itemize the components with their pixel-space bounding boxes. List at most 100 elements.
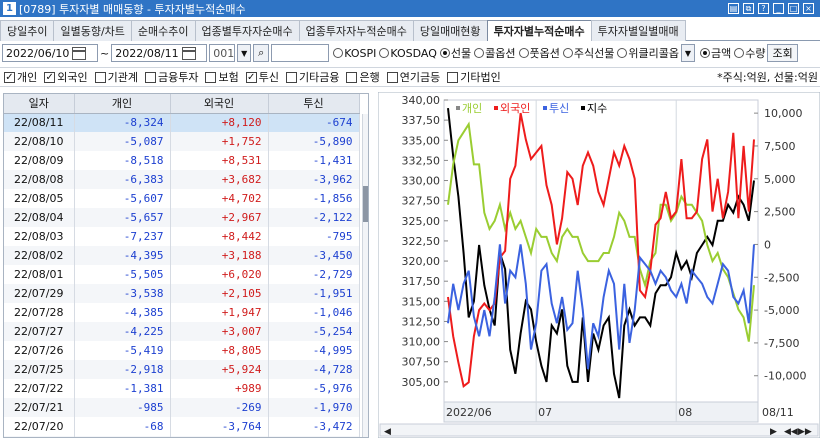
table-row[interactable]: 22/07/25 -2,918 +5,924 -4,728 — [4, 360, 360, 379]
table-row[interactable]: 22/07/21 -985 -269 -1,970 — [4, 398, 360, 417]
tab-3[interactable]: 업종별투자자순매수 — [194, 20, 300, 41]
left-tick-label: 340,00 — [402, 94, 441, 107]
scroll-arrow-icon[interactable]: ◀◀ — [784, 427, 798, 437]
table-cell: -3,538 — [74, 284, 171, 303]
market-radio-3[interactable]: 콜옵션 — [474, 45, 516, 61]
table-row[interactable]: 22/07/22 -1,381 +989 -5,976 — [4, 379, 360, 398]
left-tick-label: 315,00 — [402, 295, 441, 308]
right-tick-label: -7,500 — [764, 337, 799, 350]
grid-scrollbar[interactable] — [362, 114, 368, 437]
table-row[interactable]: 22/07/20 -68 -3,764 -3,472 — [4, 417, 360, 436]
column-header[interactable]: 외국인 — [170, 94, 269, 114]
table-row[interactable]: 22/08/03 -7,237 +8,442 -795 — [4, 227, 360, 246]
table-cell: -3,450 — [268, 246, 360, 265]
table-cell: +8,805 — [170, 341, 269, 360]
chevron-down-icon[interactable]: ▼ — [680, 44, 695, 62]
tab-4[interactable]: 업종투자자누적순매수 — [298, 20, 414, 41]
table-row[interactable]: 22/08/01 -5,505 +6,020 -2,729 — [4, 265, 360, 284]
tab-1[interactable]: 일별동향/차트 — [53, 20, 132, 41]
table-cell: +8,120 — [170, 113, 269, 132]
restore-icon[interactable]: □ — [788, 3, 799, 14]
print-icon[interactable]: ▤ — [728, 3, 739, 14]
chevron-down-icon[interactable]: ▼ — [237, 44, 252, 62]
end-date-input[interactable]: 2022/08/11 — [111, 44, 208, 62]
minimize-icon[interactable]: _ — [773, 3, 784, 14]
line-chart: 340,00 337,50 335,00 332,50 330,00 327,50 325,… — [377, 91, 820, 439]
table-row[interactable]: 22/07/29 -3,538 +2,105 -1,951 — [4, 284, 360, 303]
left-tick-label: 332,50 — [402, 154, 441, 167]
calendar-icon[interactable] — [181, 46, 196, 60]
table-row[interactable]: 22/08/10 -5,087 +1,752 -5,890 — [4, 132, 360, 151]
search-icon[interactable]: ⌕ — [253, 44, 270, 62]
scroll-arrow-icon[interactable]: ◀ — [384, 427, 391, 437]
table-cell: +989 — [170, 379, 269, 398]
market-radio-6[interactable]: 위클리콜옵 — [617, 45, 679, 61]
scroll-arrow-icon[interactable]: ▶▶ — [798, 427, 812, 437]
table-cell: +8,442 — [170, 227, 269, 246]
table-cell: -1,431 — [268, 151, 360, 170]
table-cell: -8,324 — [74, 113, 171, 132]
market-radio-0[interactable]: KOSPI — [333, 45, 376, 61]
table-row[interactable]: 22/08/08 -6,383 +3,682 -3,962 — [4, 170, 360, 189]
checkbox-icon — [145, 71, 156, 83]
start-date-input[interactable]: 2022/06/10 — [2, 44, 98, 62]
investor-checkbox-0[interactable]: ✓ 개인 — [4, 69, 37, 85]
tab-6[interactable]: 투자자별누적순매수 — [486, 20, 592, 41]
name-field[interactable] — [271, 44, 330, 62]
table-row[interactable]: 22/07/28 -4,385 +1,947 -1,046 — [4, 303, 360, 322]
amount-radio-0[interactable]: 금액 — [699, 45, 731, 61]
market-radio-4[interactable]: 풋옵션 — [518, 45, 560, 61]
x-tick-label: 2022/06 — [446, 406, 492, 419]
table-cell: +5,924 — [170, 360, 269, 379]
investor-checkbox-3[interactable]: 금융투자 — [145, 69, 198, 85]
unit-note: *주식:억원, 선물:억원 — [717, 71, 818, 84]
table-row[interactable]: 22/08/05 -5,607 +4,702 -1,856 — [4, 189, 360, 208]
investor-checkbox-1[interactable]: ✓ 외국인 — [44, 69, 88, 85]
left-tick-label: 327,50 — [402, 195, 441, 208]
column-header[interactable]: 일자 — [4, 94, 75, 114]
investor-checkbox-6[interactable]: 기타금융 — [285, 69, 339, 85]
tab-0[interactable]: 당일추이 — [0, 20, 55, 41]
tab-5[interactable]: 당일매매현황 — [412, 20, 488, 41]
table-cell: -5,890 — [268, 132, 360, 151]
investor-checkbox-8[interactable]: 연기금등 — [386, 69, 440, 85]
checkbox-icon — [205, 71, 217, 83]
market-radio-2[interactable]: 선물 — [439, 45, 471, 61]
market-radio-1[interactable]: KOSDAQ — [379, 45, 437, 61]
x-tick-label: 08 — [678, 406, 692, 419]
investor-checkbox-7[interactable]: 은행 — [346, 69, 380, 85]
scrollbar-thumb[interactable] — [363, 186, 368, 222]
table-row[interactable]: 22/08/09 -8,518 +8,531 -1,431 — [4, 151, 360, 170]
column-header[interactable]: 개인 — [74, 94, 171, 114]
tab-2[interactable]: 순매수추이 — [130, 20, 196, 41]
left-tick-label: 310,00 — [402, 336, 441, 349]
tab-7[interactable]: 투자자별일별매매 — [590, 20, 686, 41]
investor-checkbox-9[interactable]: 기타법인 — [447, 69, 501, 85]
table-cell: -4,995 — [268, 341, 360, 360]
table-cell: -2,729 — [268, 265, 360, 284]
scroll-arrow-icon[interactable]: ▶ — [770, 427, 777, 437]
amount-radio-1[interactable]: 수량 — [734, 45, 765, 61]
query-button[interactable]: 조회 — [767, 44, 798, 62]
table-row[interactable]: 22/08/02 -4,395 +3,188 -3,450 — [4, 246, 360, 265]
link-icon[interactable]: ⧉ — [743, 3, 754, 14]
right-tick-label: 7,500 — [764, 140, 796, 153]
table-cell: -5,976 — [268, 379, 360, 398]
table-row[interactable]: 22/08/11 -8,324 +8,120 -674 — [4, 113, 360, 132]
table-cell: 22/08/08 — [4, 170, 75, 189]
close-icon[interactable]: × — [803, 3, 814, 14]
table-row[interactable]: 22/07/27 -4,225 +3,007 -5,254 — [4, 322, 360, 341]
code-input[interactable]: 001 — [209, 44, 236, 62]
table-cell: +1,752 — [170, 132, 269, 151]
left-tick-label: 317,50 — [402, 275, 441, 288]
table-row[interactable]: 22/07/26 -5,419 +8,805 -4,995 — [4, 341, 360, 360]
calendar-icon[interactable] — [72, 46, 87, 60]
market-radio-5[interactable]: 주식선물 — [562, 45, 614, 61]
table-row[interactable]: 22/08/04 -5,657 +2,967 -2,122 — [4, 208, 360, 227]
investor-checkbox-2[interactable]: 기관계 — [94, 69, 138, 85]
chart-scrollbar[interactable] — [379, 423, 819, 437]
column-header[interactable]: 투신 — [268, 94, 360, 114]
investor-checkbox-5[interactable]: ✓ 투신 — [245, 69, 279, 85]
help-icon[interactable]: ? — [758, 3, 769, 14]
investor-checkbox-4[interactable]: 보험 — [205, 69, 239, 85]
